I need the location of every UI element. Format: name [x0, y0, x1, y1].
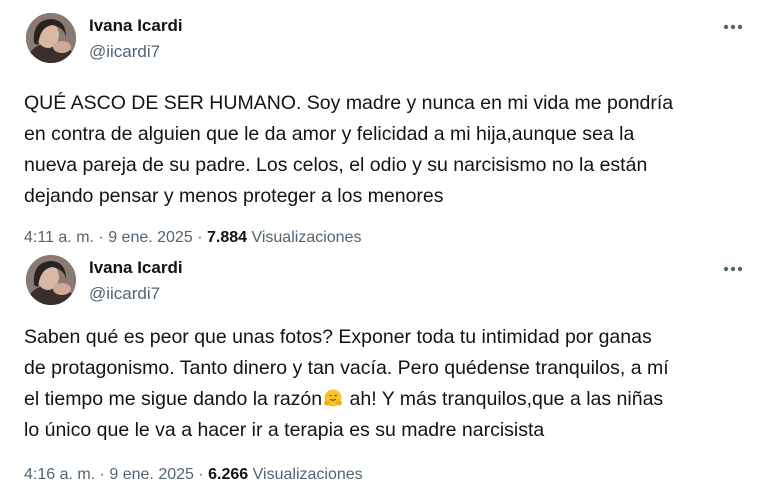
more-horizontal-icon[interactable]: [722, 16, 744, 38]
author-handle[interactable]: @iicardi7: [89, 42, 160, 62]
meta-separator: ·: [99, 466, 105, 483]
tweet-text: QUÉ ASCO DE SER HUMANO. Soy madre y nunc…: [24, 92, 674, 207]
meta-separator: ·: [198, 466, 204, 483]
tweet-time[interactable]: 4:16 a. m.: [24, 466, 95, 483]
tweet-date[interactable]: 9 ene. 2025: [109, 466, 194, 483]
author-name[interactable]: Ivana Icardi: [89, 16, 183, 36]
tweet-meta: 4:11 a. m. · 9 ene. 2025 · 7.884 Visuali…: [24, 229, 361, 247]
views-label[interactable]: Visualizaciones: [251, 229, 361, 246]
author-handle[interactable]: @iicardi7: [89, 284, 160, 304]
tweet: Ivana Icardi @iicardi7 Saben qué es peor…: [0, 252, 768, 493]
views-count[interactable]: 6.266: [208, 466, 248, 483]
meta-separator: ·: [98, 229, 104, 246]
tweet-text: Saben qué es peor que unas fotos? Expone…: [24, 322, 744, 446]
more-horizontal-icon[interactable]: [722, 258, 744, 280]
tweet-meta: 4:16 a. m. · 9 ene. 2025 · 6.266 Visuali…: [24, 466, 363, 484]
author-name[interactable]: Ivana Icardi: [89, 258, 183, 278]
tweet-date[interactable]: 9 ene. 2025: [108, 229, 193, 246]
views-label[interactable]: Visualizaciones: [253, 466, 363, 483]
tweet: Ivana Icardi @iicardi7 QUÉ ASCO DE SER H…: [0, 0, 768, 252]
avatar[interactable]: [26, 255, 76, 305]
hugging-face-emoji-icon: [323, 387, 343, 407]
tweet-time[interactable]: 4:11 a. m.: [24, 229, 94, 246]
views-count[interactable]: 7.884: [207, 229, 247, 246]
avatar[interactable]: [26, 13, 76, 63]
meta-separator: ·: [197, 229, 203, 246]
